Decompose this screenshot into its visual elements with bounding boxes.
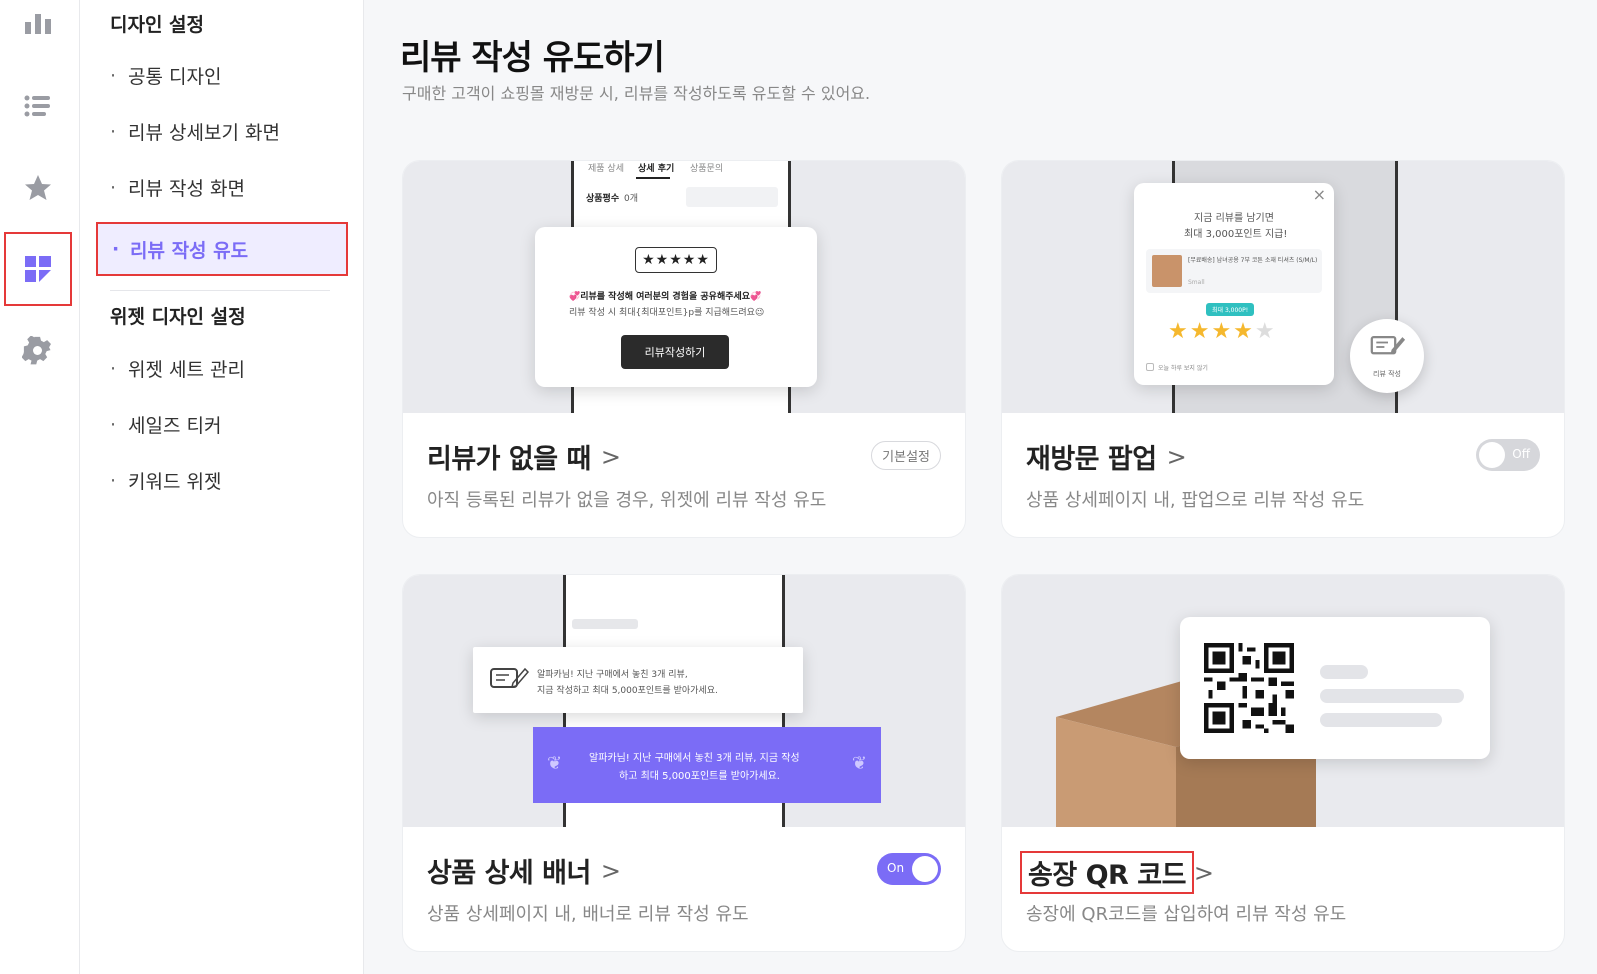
preview-detail-banner: 알파카님! 지난 구매에서 놓친 3개 리뷰, 지금 작성하고 최대 5,000… xyxy=(403,575,965,827)
rating-stars: ★★★★★ xyxy=(1168,319,1277,344)
revisit-popup-toggle[interactable]: Off xyxy=(1476,439,1540,471)
card-desc: 상품 상세페이지 내, 팝업으로 리뷰 작성 유도 xyxy=(1026,490,1365,511)
review-write-fab: 리뷰 작성 xyxy=(1350,319,1424,393)
icon-rail xyxy=(0,0,80,974)
card-desc: 아직 등록된 리뷰가 없을 경우, 위젯에 리뷰 작성 유도 xyxy=(427,490,827,511)
purple-banner: ❦ 알파카님! 지난 구매에서 놓친 3개 리뷰, 지금 작성 하고 최대 5,… xyxy=(533,727,881,803)
close-icon: × xyxy=(1312,185,1326,204)
widget-icon xyxy=(25,256,51,282)
card-title: 송장 QR 코드 > xyxy=(1020,851,1214,894)
group-design-settings: 디자인 설정 xyxy=(110,14,205,36)
list-icon xyxy=(24,95,50,117)
laurel-right-icon: ❦ xyxy=(851,753,867,774)
submenu-item-common-design[interactable]: · 공통 디자인 xyxy=(110,62,221,89)
card-invoice-qr[interactable]: 송장 QR 코드 > 송장에 QR코드를 삽입하여 리뷰 작성 유도 xyxy=(1001,574,1565,952)
card-desc: 상품 상세페이지 내, 배너로 리뷰 작성 유도 xyxy=(427,904,749,925)
product-row: [무료배송] 남녀공용 7부 코튼 소재 티셔츠 (S/M/L) Small xyxy=(1146,249,1322,293)
chevron-right-icon: > xyxy=(1193,858,1214,887)
submenu-item-sales-ticker[interactable]: · 세일즈 티커 xyxy=(110,411,221,438)
dont-show-checkbox xyxy=(1146,363,1154,371)
write-review-button-preview: 리뷰작성하기 xyxy=(621,335,729,369)
star-icon xyxy=(25,175,51,200)
rail-reviews-list[interactable] xyxy=(6,72,70,140)
rail-design[interactable] xyxy=(4,232,72,306)
submenu-item-review-write[interactable]: · 리뷰 작성 화면 xyxy=(110,174,245,201)
rail-settings[interactable] xyxy=(6,318,70,386)
speech-bubble-stars: ★★★★★ xyxy=(635,247,717,273)
chevron-right-icon: > xyxy=(600,856,621,885)
submenu-item-keyword-widget[interactable]: · 키워드 위젯 xyxy=(110,467,221,494)
no-review-popup: ★★★★★ 💞리뷰를 작성해 여러분의 경험을 공유해주세요💞 리뷰 작성 시 … xyxy=(535,227,817,387)
card-no-reviews[interactable]: 제품 상세 상세 후기 상품문의 상품평수 0개 ★★★★★ 💞리뷰를 작성해 … xyxy=(402,160,966,538)
product-thumbnail xyxy=(1152,255,1182,287)
card-title: 재방문 팝업 > xyxy=(1026,442,1187,476)
preview-no-reviews: 제품 상세 상세 후기 상품문의 상품평수 0개 ★★★★★ 💞리뷰를 작성해 … xyxy=(403,161,965,413)
qr-invoice-card xyxy=(1180,617,1490,759)
group-widget-settings: 위젯 디자인 설정 xyxy=(110,306,246,328)
preview-revisit-popup: × 지금 리뷰를 남기면 최대 3,000포인트 지급! [무료배송] 남녀공용… xyxy=(1002,161,1564,413)
submenu-item-review-detail[interactable]: · 리뷰 상세보기 화면 xyxy=(110,118,280,145)
chevron-right-icon: > xyxy=(1166,442,1187,471)
pencil-note-icon xyxy=(490,667,529,689)
laurel-left-icon: ❦ xyxy=(547,753,563,774)
card-title: 상품 상세 배너 > xyxy=(427,856,621,890)
default-setting-badge: 기본설정 xyxy=(871,441,941,470)
submenu-item-widget-sets[interactable]: · 위젯 세트 관리 xyxy=(110,355,245,382)
chart-icon xyxy=(25,14,51,34)
submenu-item-review-induce[interactable]: · 리뷰 작성 유도 xyxy=(96,222,348,276)
rail-analytics[interactable] xyxy=(6,0,70,56)
gear-icon xyxy=(22,336,51,365)
page-subtitle: 구매한 고객이 쇼핑몰 재방문 시, 리뷰를 작성하도록 유도할 수 있어요. xyxy=(402,84,871,103)
qr-code-icon xyxy=(1204,643,1294,733)
submenu-divider xyxy=(110,290,330,291)
rail-ratings[interactable] xyxy=(6,154,70,222)
main-content: 리뷰 작성 유도하기 구매한 고객이 쇼핑몰 재방문 시, 리뷰를 작성하도록 … xyxy=(364,0,1597,974)
card-revisit-popup[interactable]: × 지금 리뷰를 남기면 최대 3,000포인트 지급! [무료배송] 남녀공용… xyxy=(1001,160,1565,538)
preview-invoice-qr xyxy=(1002,575,1564,827)
card-detail-banner[interactable]: 알파카님! 지난 구매에서 놓친 3개 리뷰, 지금 작성하고 최대 5,000… xyxy=(402,574,966,952)
chevron-right-icon: > xyxy=(600,442,621,471)
page-title: 리뷰 작성 유도하기 xyxy=(400,38,665,78)
card-title: 리뷰가 없을 때 > xyxy=(427,442,621,476)
design-submenu: 디자인 설정 · 공통 디자인 · 리뷰 상세보기 화면 · 리뷰 작성 화면 · 리뷰… xyxy=(80,0,364,974)
revisit-popup: × 지금 리뷰를 남기면 최대 3,000포인트 지급! [무료배송] 남녀공용… xyxy=(1134,183,1334,385)
card-desc: 송장에 QR코드를 삽입하여 리뷰 작성 유도 xyxy=(1026,904,1347,925)
pencil-note-icon xyxy=(1370,335,1406,355)
white-banner: 알파카님! 지난 구매에서 놓친 3개 리뷰, 지금 작성하고 최대 5,000… xyxy=(473,647,803,713)
detail-banner-toggle[interactable]: On xyxy=(877,853,941,885)
